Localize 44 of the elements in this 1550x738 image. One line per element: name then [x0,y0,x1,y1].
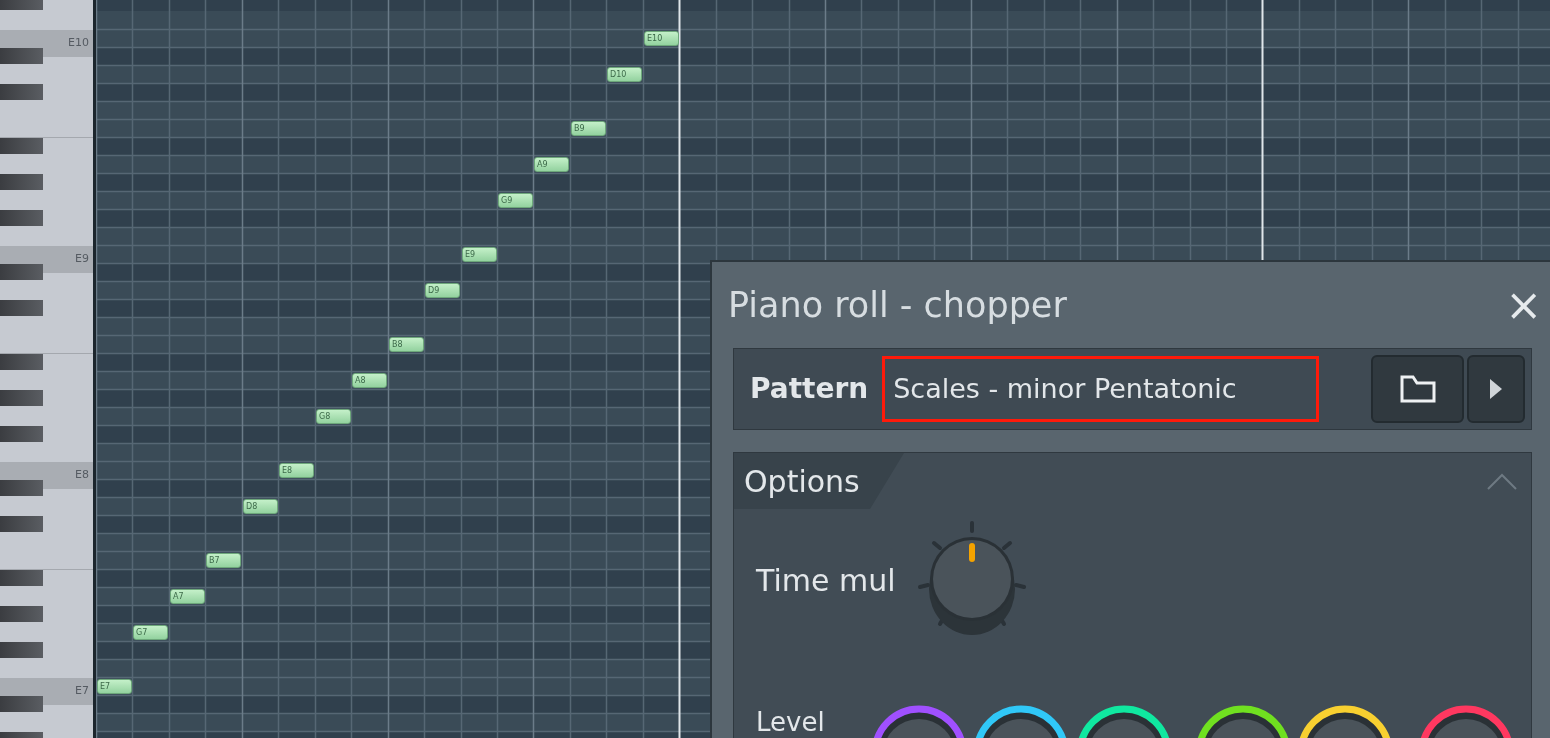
level-label: Level [756,709,825,735]
note[interactable]: D8 [243,499,278,514]
time-mul-label: Time mul [756,561,896,600]
note[interactable]: G7 [133,625,168,640]
sharp-key[interactable] [0,48,43,64]
options-tab[interactable]: Options [734,453,904,509]
note[interactable]: B9 [571,121,606,136]
note[interactable]: D10 [607,67,642,82]
sharp-key[interactable] [0,426,43,442]
note[interactable]: E10 [644,31,679,46]
sharp-key[interactable] [0,300,43,316]
sharp-key[interactable] [0,696,43,712]
sharp-key[interactable] [0,606,43,622]
note[interactable]: B7 [206,553,241,568]
note[interactable]: G9 [498,193,533,208]
note[interactable]: A9 [534,157,569,172]
sharp-key[interactable] [0,354,43,370]
close-button[interactable]: × [1505,283,1542,327]
sharp-key[interactable] [0,138,43,154]
note[interactable]: A7 [170,589,205,604]
sharp-key[interactable] [0,570,43,586]
sharp-key[interactable] [0,264,43,280]
note[interactable]: B8 [389,337,424,352]
collapse-icon[interactable] [1487,472,1517,490]
browse-button[interactable] [1371,355,1464,423]
note[interactable]: D9 [425,283,460,298]
sharp-key[interactable] [0,642,43,658]
sharp-key[interactable] [0,480,43,496]
pattern-name[interactable]: Scales - minor Pentatonic [893,368,1237,410]
note[interactable]: E7 [97,679,132,694]
sharp-key[interactable] [0,390,43,406]
sharp-key[interactable] [0,210,43,226]
pattern-label: Pattern [750,371,869,407]
sharp-key[interactable] [0,84,43,100]
note[interactable]: E9 [462,247,497,262]
note[interactable]: G8 [316,409,351,424]
window-title: Piano roll - chopper [728,283,1067,327]
note[interactable]: E8 [279,463,314,478]
sharp-key[interactable] [0,174,43,190]
next-button[interactable] [1467,355,1525,423]
play-icon [1489,378,1503,400]
sharp-key[interactable] [0,516,43,532]
folder-icon [1399,375,1436,403]
note[interactable]: A8 [352,373,387,388]
